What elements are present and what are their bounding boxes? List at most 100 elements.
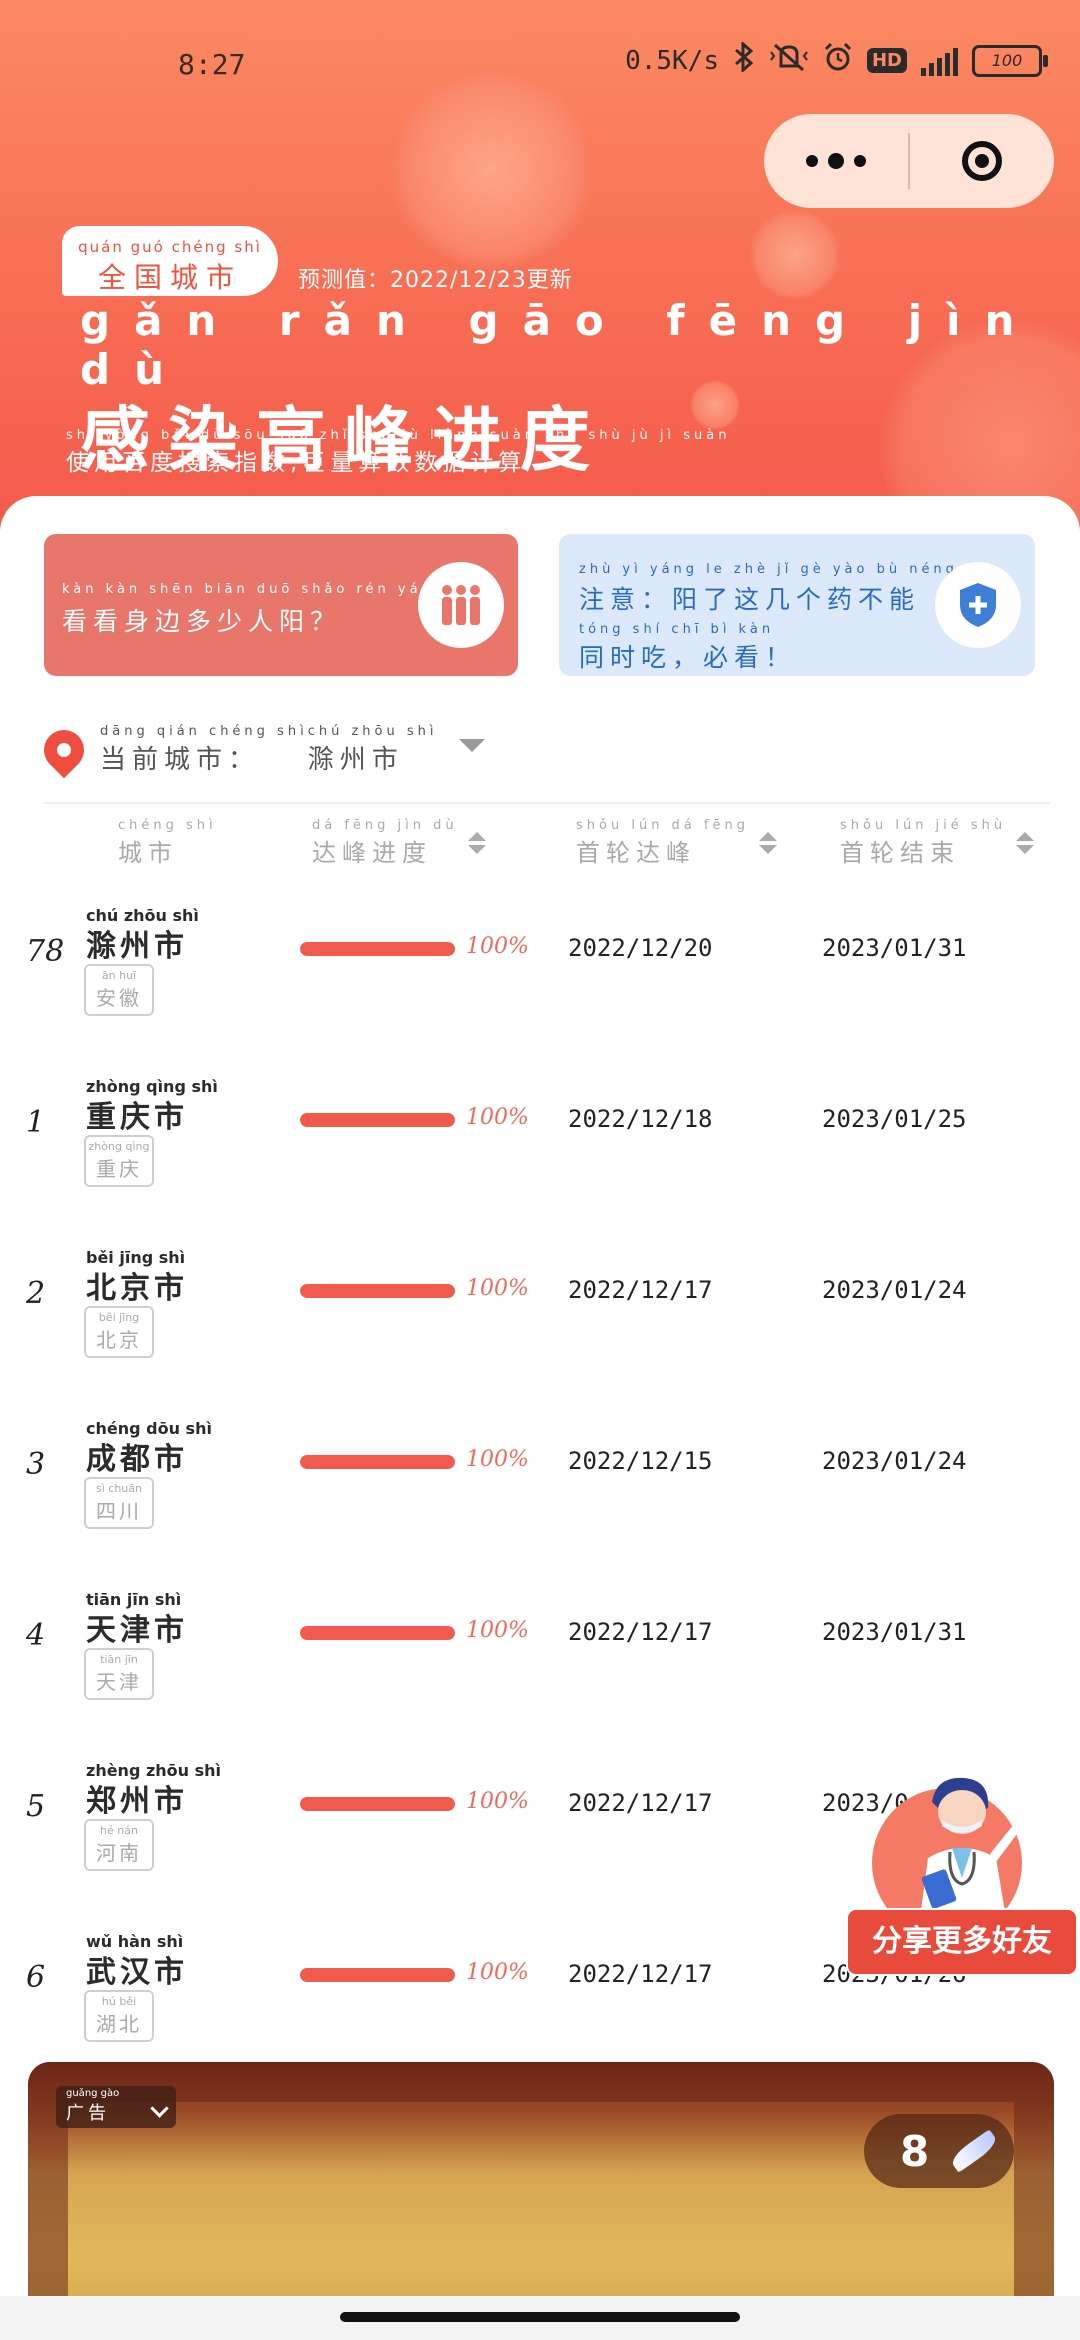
province-label: 重庆: [96, 1157, 142, 1181]
first-peak-date: 2022/12/18: [568, 1105, 713, 1133]
progress-bar: [300, 1455, 455, 1469]
network-speed: 0.5K/s: [625, 45, 719, 76]
share-button[interactable]: 分享更多好友: [846, 1908, 1078, 1976]
battery-icon: 100: [972, 44, 1048, 77]
subtitle-pinyin: shǐ yòng bǎi dù sōu suǒ zhǐ shù jù liàng…: [66, 428, 731, 443]
people-icon: [418, 562, 504, 648]
rank: 1: [26, 1105, 46, 1140]
pinyin: guǎng gào: [66, 2088, 120, 2099]
progress-percent: 100%: [466, 1276, 529, 1301]
rank: 6: [26, 1960, 46, 1995]
home-indicator[interactable]: [340, 2312, 740, 2322]
province-label: 河南: [96, 1841, 142, 1865]
feather-icon: [948, 2129, 1000, 2173]
pinyin: ān huī: [101, 969, 137, 982]
progress-percent: 100%: [466, 1960, 529, 1985]
city-name: zhòng qìng shì 重庆市: [86, 1077, 218, 1136]
current-city-selector[interactable]: dāng qián chéng shì 当前城市： chú zhōu shì 滁…: [35, 720, 486, 780]
first-end-date: 2023/01/25: [822, 1105, 967, 1133]
city-name: chéng dōu shì 成都市: [86, 1419, 212, 1478]
city-name: běi jīng shì 北京市: [86, 1248, 188, 1307]
nearby-positive-card[interactable]: kàn kàn shēn biān duō shǎo rén yáng 看看身边…: [44, 534, 518, 676]
progress-percent: 100%: [466, 1105, 529, 1130]
first-peak-date: 2022/12/15: [568, 1447, 713, 1475]
pinyin: dá fēng jìn dù: [312, 818, 458, 833]
pinyin: shǒu lún dá fēng: [576, 818, 749, 833]
progress-bar: [300, 1113, 455, 1127]
province-label: 四川: [96, 1499, 142, 1523]
status-bar: 8:27 0.5K/s HD 100: [0, 0, 1080, 130]
pinyin: quán guó chéng shì: [78, 238, 262, 256]
shield-plus-icon: [935, 562, 1021, 648]
miniprogram-capsule: [764, 114, 1054, 208]
pinyin: sì chuān: [96, 1482, 142, 1495]
progress-percent: 100%: [466, 1789, 529, 1814]
table-row[interactable]: 2 běi jīng shì 北京市 běi jīng 北京 100% 2022/1…: [0, 1240, 1080, 1410]
progress-bar: [300, 1968, 455, 1982]
location-pin-icon: [35, 721, 93, 779]
national-cities-tag[interactable]: quán guó chéng shì 全国城市: [62, 226, 278, 296]
first-end-date: 2023/01/24: [822, 1447, 967, 1475]
table-row[interactable]: 3 chéng dōu shì 成都市 sì chuān 四川 100% 2022/…: [0, 1411, 1080, 1581]
first-peak-date: 2022/12/17: [568, 1618, 713, 1646]
province-tag: ān huī 安徽: [84, 964, 154, 1016]
chevron-down-icon: [459, 738, 486, 752]
nearby-positive-label: 看看身边多少人阳？: [62, 607, 342, 636]
progress-fill: [300, 1455, 455, 1469]
status-icons: 0.5K/s HD 100: [625, 40, 1048, 79]
column-label: 首轮结束: [840, 839, 960, 867]
share-widget[interactable]: 分享更多好友: [846, 1768, 1078, 1980]
predict-text: 预测值：2022/12/23更新: [298, 268, 573, 293]
column-first-end[interactable]: shǒu lún jié shù 首轮结束: [840, 818, 1035, 868]
city-label: 武汉市: [86, 1955, 188, 1990]
progress-fill: [300, 1797, 455, 1811]
pinyin: hé nán: [100, 1824, 138, 1837]
sort-icon[interactable]: [467, 832, 486, 854]
warning-line-2: 同时吃，必看！: [579, 643, 797, 672]
bluetooth-icon: [733, 40, 755, 79]
city-label: 成都市: [86, 1442, 188, 1477]
city-name: chú zhōu shì 滁州市: [86, 906, 199, 965]
progress-bar: [300, 942, 455, 956]
table-row[interactable]: 1 zhòng qìng shì 重庆市 zhòng qìng 重庆 100% 20…: [0, 1069, 1080, 1239]
column-label: 城市: [118, 839, 178, 867]
column-label: 首轮达峰: [576, 839, 696, 867]
table-row[interactable]: 78 chú zhōu shì 滁州市 ān huī 安徽 100% 2022/12…: [0, 898, 1080, 1068]
divider: [44, 802, 1050, 804]
province-tag: sì chuān 四川: [84, 1477, 154, 1529]
doctor-illustration-icon: [920, 1777, 1020, 1918]
province-label: 湖北: [96, 2012, 142, 2036]
rank: 78: [26, 934, 65, 969]
pinyin: kàn kàn shēn biān duō shǎo rén yáng: [62, 582, 447, 597]
current-city-label-block: dāng qián chéng shì 当前城市：: [100, 724, 308, 776]
page-subtitle: shǐ yòng bǎi dù sōu suǒ zhǐ shù jù liàng…: [66, 428, 730, 477]
first-peak-date: 2022/12/20: [568, 934, 713, 962]
hero-header: 8:27 0.5K/s HD 100 quán guó chéng shì 全国…: [0, 0, 1080, 540]
progress-percent: 100%: [466, 1447, 529, 1472]
warning-line-1: 注意：阳了这几个药不能: [579, 585, 921, 614]
pinyin: hú běi: [101, 1995, 137, 2008]
first-end-date: 2023/01/31: [822, 1618, 967, 1646]
table-header: chéng shì 城市 dá fēng jìn dù 达峰进度 shǒu lún …: [0, 818, 1080, 878]
target-icon[interactable]: [910, 141, 1054, 181]
pinyin: tóng shí chī bì kàn: [579, 622, 775, 637]
rank: 5: [26, 1789, 46, 1824]
medicine-warning-card[interactable]: zhù yì yáng le zhè jǐ gè yào bù néng 注意：…: [559, 534, 1035, 676]
alarm-icon: [823, 42, 853, 79]
column-first-peak[interactable]: shǒu lún dá fēng 首轮达峰: [576, 818, 777, 868]
table-row[interactable]: 4 tiān jīn shì 天津市 tiān jīn 天津 100% 2022/1…: [0, 1582, 1080, 1752]
sort-icon[interactable]: [758, 832, 777, 854]
pinyin: chú zhōu shì: [307, 724, 438, 739]
sort-icon[interactable]: [1016, 832, 1035, 854]
progress-fill: [300, 942, 455, 956]
province-tag: hú běi 湖北: [84, 1990, 154, 2042]
city-name: wǔ hàn shì 武汉市: [86, 1932, 188, 1991]
province-label: 安徽: [96, 986, 142, 1010]
national-label: 全国城市: [97, 261, 242, 294]
progress-percent: 100%: [466, 1618, 529, 1643]
column-progress[interactable]: dá fēng jìn dù 达峰进度: [312, 818, 486, 868]
province-label: 北京: [96, 1328, 142, 1352]
more-dots-icon[interactable]: [764, 153, 908, 169]
progress-bar: [300, 1797, 455, 1811]
ad-tag[interactable]: guǎng gào 广告: [56, 2086, 176, 2128]
